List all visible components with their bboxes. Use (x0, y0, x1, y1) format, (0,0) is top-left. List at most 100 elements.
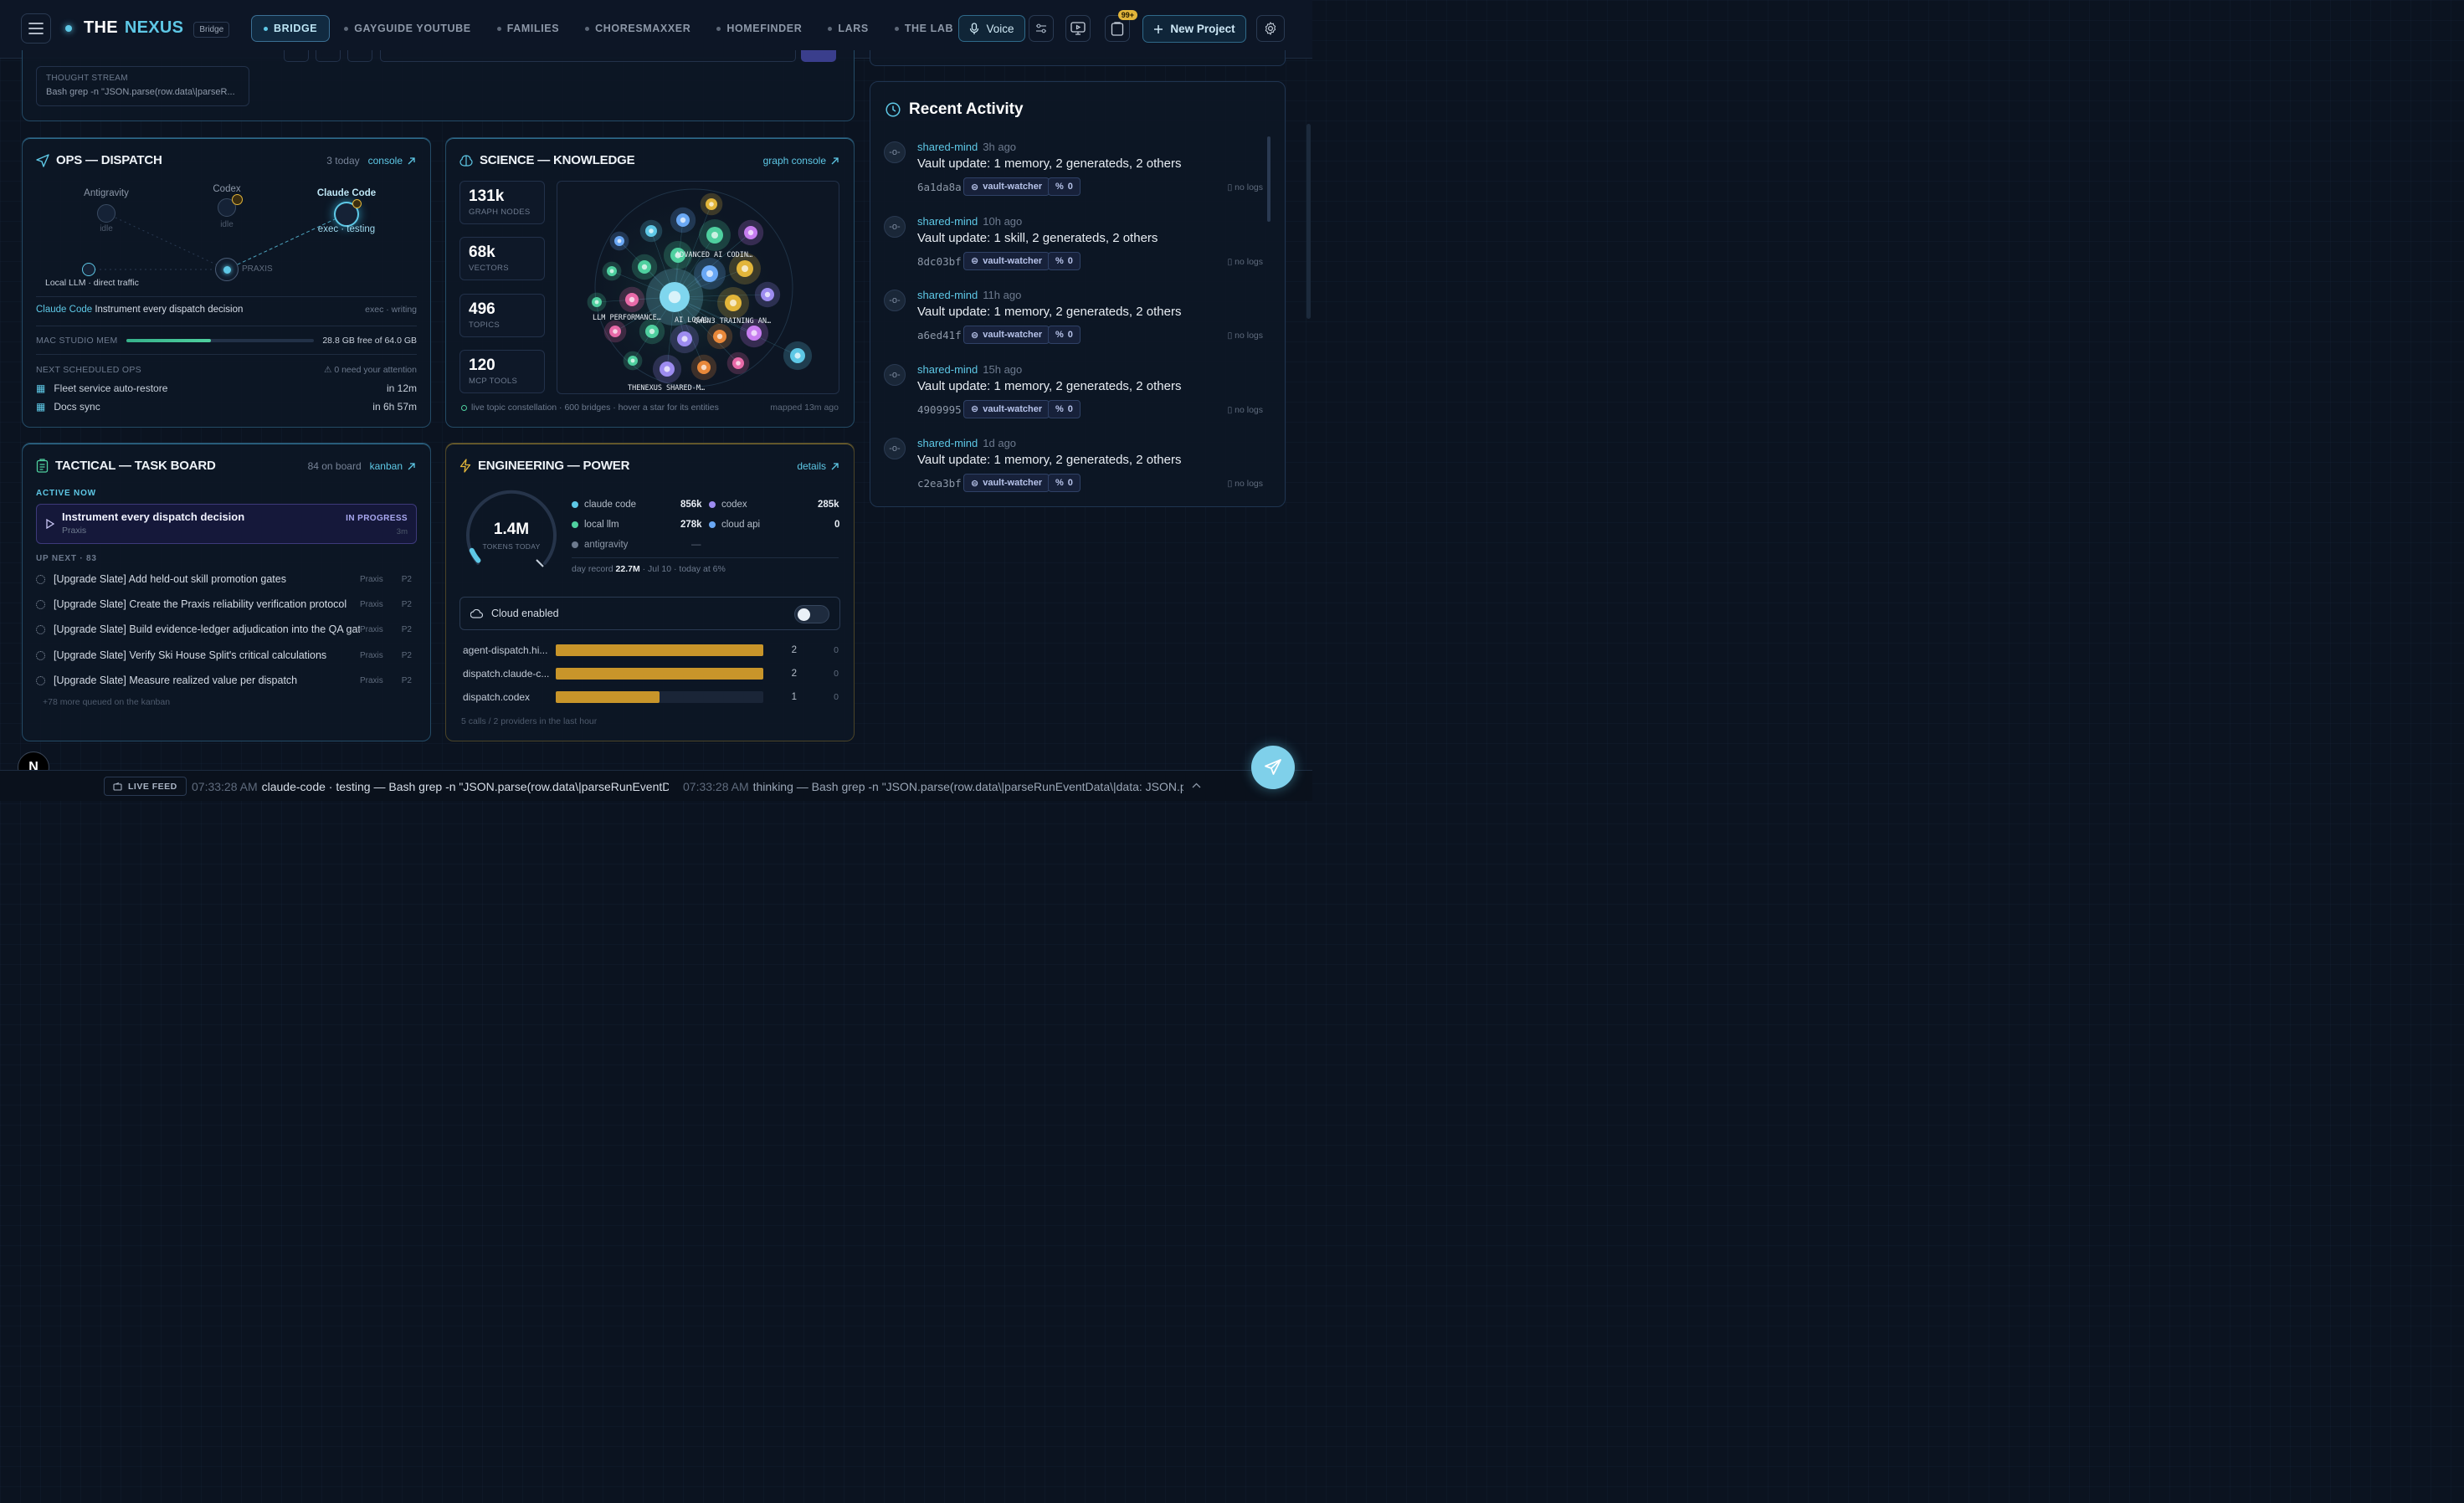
star-core (711, 232, 718, 239)
graph-console-link[interactable]: graph console (763, 155, 839, 167)
task-item[interactable]: [Upgrade Slate] Verify Ski House Split's… (36, 649, 412, 661)
activity-item[interactable]: -o-shared-mind 1d ago Vault update: 1 memo… (884, 435, 1263, 502)
vault-watcher-tag[interactable]: ⊜ vault-watcher (963, 251, 1050, 270)
brain-icon (459, 154, 473, 167)
vault-watcher-tag[interactable]: ⊜ vault-watcher (963, 326, 1050, 344)
new-project-button[interactable]: New Project (1142, 15, 1246, 43)
links-tag[interactable]: % 0 (1048, 326, 1081, 344)
tab-label: THE LAB (904, 23, 954, 34)
live-feed-button[interactable]: LIVE FEED (104, 777, 187, 796)
activity-source[interactable]: shared-mind 11h ago (917, 289, 1021, 301)
activity-hash[interactable]: 6a1da8a (917, 181, 962, 193)
feed-time: 07:33:28 AM (192, 780, 258, 793)
screen-button[interactable] (1065, 15, 1091, 42)
activity-scrollbar[interactable] (1267, 136, 1270, 222)
tab-homefinder[interactable]: HOMEFINDER (705, 15, 814, 42)
more-queued-link[interactable]: +78 more queued on the kanban (43, 697, 170, 707)
activity-source[interactable]: shared-mind 10h ago (917, 215, 1022, 228)
cloud-enabled-row[interactable]: Cloud enabled (459, 597, 840, 630)
new-project-label: New Project (1170, 23, 1235, 35)
tab-lars[interactable]: LARS (816, 15, 880, 42)
chevron-up-icon[interactable] (1192, 782, 1201, 788)
activity-when: 10h ago (983, 214, 1023, 228)
tab-families[interactable]: FAMILIES (485, 15, 571, 42)
activity-logs[interactable]: ▯ no logs (1227, 257, 1263, 267)
notifications-button[interactable]: 99+ (1105, 10, 1137, 42)
graph-console-label: graph console (762, 155, 826, 167)
brand[interactable]: THE NEXUS Bridge (65, 18, 230, 38)
local-llm-node[interactable] (82, 263, 95, 276)
graph-label: ADVANCED AI CODIN… (675, 251, 752, 259)
tab-label: GAYGUIDE YOUTUBE (354, 23, 471, 34)
usage-value: 2 (791, 645, 797, 655)
links-tag[interactable]: % 0 (1048, 251, 1081, 270)
legend-value: 285k (818, 500, 839, 510)
activity-item[interactable]: -o-shared-mind 3h ago Vault update: 1 memo… (884, 139, 1263, 206)
vault-watcher-tag[interactable]: ⊜ vault-watcher (963, 177, 1050, 196)
vault-watcher-tag[interactable]: ⊜ vault-watcher (963, 474, 1050, 492)
topic-constellation[interactable]: ADVANCED AI CODIN… LLM PERFORMANCE… AI L… (557, 181, 839, 394)
circle-icon (36, 574, 45, 584)
logs-label: no logs (1235, 331, 1263, 341)
activity-message: Vault update: 1 memory, 2 generateds, 2 … (917, 305, 1182, 319)
scheduled-item[interactable]: ▦ Docs sync in 6h 57m (36, 401, 417, 413)
agent-antigravity-node[interactable] (97, 204, 116, 223)
links-tag[interactable]: % 0 (1048, 474, 1081, 492)
kanban-link[interactable]: 84 on board kanban (308, 460, 415, 472)
tab-bridge[interactable]: BRIDGE (251, 15, 331, 42)
task-item[interactable]: [Upgrade Slate] Add held-out skill promo… (36, 573, 412, 585)
activity-logs[interactable]: ▯ no logs (1227, 182, 1263, 192)
settings-button[interactable] (1256, 15, 1285, 42)
task-item[interactable]: [Upgrade Slate] Build evidence-ledger ad… (36, 623, 412, 635)
active-task-card[interactable]: Instrument every dispatch decision Praxi… (36, 504, 417, 544)
vault-watcher-tag[interactable]: ⊜ vault-watcher (963, 399, 1050, 418)
activity-hash[interactable]: c2ea3bf (917, 477, 962, 490)
task-title: [Upgrade Slate] Create the Praxis reliab… (54, 598, 347, 610)
activity-hash[interactable]: a6ed41f (917, 329, 962, 341)
menu-button[interactable] (21, 13, 51, 44)
task-item[interactable]: [Upgrade Slate] Measure realized value p… (36, 675, 412, 686)
cloud-toggle[interactable] (794, 605, 829, 623)
activity-hash[interactable]: 8dc03bf (917, 255, 962, 268)
tab-dot (344, 26, 349, 31)
activity-source[interactable]: shared-mind 3h ago (917, 141, 1016, 153)
scheduled-item[interactable]: ▦ Fleet service auto-restore in 12m (36, 382, 417, 394)
activity-logs[interactable]: ▯ no logs (1227, 331, 1263, 341)
activity-item[interactable]: -o-shared-mind 15h ago Vault update: 1 mem… (884, 362, 1263, 428)
tag-icon: ⊜ (971, 404, 979, 414)
command-input[interactable] (380, 50, 796, 62)
filters-button[interactable] (1029, 15, 1054, 42)
legend-value: 0 (834, 520, 840, 530)
day-record: day record 22.7M · Jul 10 · today at 6% (572, 564, 726, 574)
mapped-time: mapped 13m ago (770, 403, 839, 413)
task-item[interactable]: [Upgrade Slate] Create the Praxis reliab… (36, 598, 412, 610)
tab-the-lab[interactable]: THE LAB (883, 15, 965, 42)
control-chip[interactable] (284, 50, 309, 62)
activity-logs[interactable]: ▯ no logs (1227, 479, 1263, 489)
page-scrollbar[interactable] (1306, 124, 1311, 319)
usage-bar (556, 668, 763, 680)
tag-label: vault-watcher (983, 255, 1043, 266)
activity-item[interactable]: -o-shared-mind 10h ago Vault update: 1 ski… (884, 213, 1263, 280)
control-chip[interactable] (316, 50, 341, 62)
send-button[interactable] (801, 50, 836, 62)
send-fab-button[interactable] (1251, 746, 1295, 789)
activity-logs[interactable]: ▯ no logs (1227, 405, 1263, 415)
tokens-value: 1.4M (493, 521, 530, 538)
logs-label: no logs (1235, 256, 1263, 267)
activity-item[interactable]: -o-shared-mind 11h ago Vault update: 1 mem… (884, 287, 1263, 354)
voice-button[interactable]: Voice (958, 15, 1025, 42)
monitor-icon (1070, 22, 1086, 35)
activity-source[interactable]: shared-mind 1d ago (917, 437, 1016, 449)
clipboard-icon (1111, 21, 1124, 36)
details-link[interactable]: details (797, 460, 839, 472)
tab-choresmaxxer[interactable]: CHORESMAXXER (573, 15, 702, 42)
control-chip[interactable] (347, 50, 372, 62)
activity-source[interactable]: shared-mind 15h ago (917, 363, 1022, 376)
tab-gayguide-youtube[interactable]: GAYGUIDE YOUTUBE (332, 15, 483, 42)
day-record-suffix: · Jul 10 · today at 6% (642, 564, 726, 574)
activity-hash[interactable]: 4909995 (917, 403, 962, 416)
links-tag[interactable]: % 0 (1048, 399, 1081, 418)
praxis-node[interactable] (215, 258, 239, 281)
links-tag[interactable]: % 0 (1048, 177, 1081, 196)
